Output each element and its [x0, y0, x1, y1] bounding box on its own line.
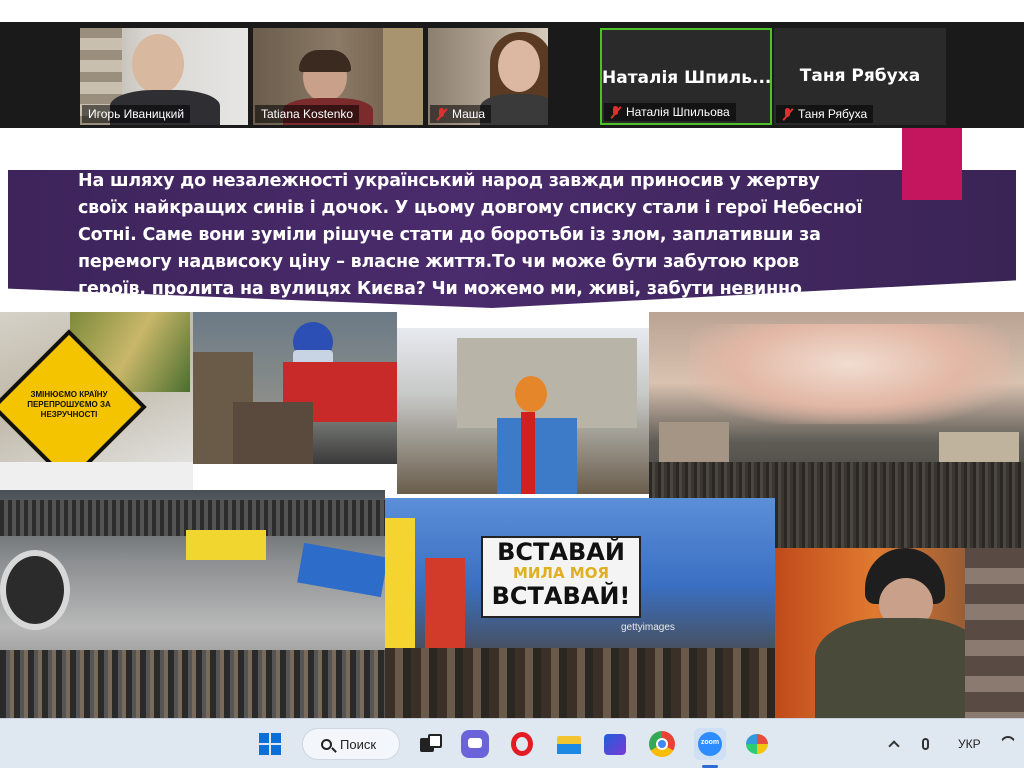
- participant-name: Таня Рябуха: [776, 105, 874, 123]
- top-margin: [0, 0, 1024, 22]
- taskbar: Поиск zoom УКР: [0, 718, 1024, 768]
- collage-photo-mourning-man: [775, 548, 1024, 718]
- collage-photo-barricade-sign: ЗМІНЮЄМО КРАЇНУ ПЕРЕПРОШУЄМО ЗА НЕЗРУЧНО…: [0, 312, 193, 490]
- participant-tile-3[interactable]: Маша: [428, 28, 548, 125]
- poster-line-3: ВСТАВАЙ!: [491, 582, 631, 610]
- app-store-icon[interactable]: [601, 730, 629, 758]
- language-indicator[interactable]: УКР: [958, 719, 981, 768]
- chevron-up-icon: [888, 740, 900, 752]
- participant-display-name: Наталія Шпиль...: [602, 68, 770, 88]
- collage-photo-rally-poster: ВСТАВАЙ МИЛА МОЯ ВСТАВАЙ! gettyimages: [385, 498, 775, 718]
- wifi-icon[interactable]: [1000, 719, 1016, 768]
- participant-name: Tatiana Kostenko: [255, 105, 360, 123]
- file-explorer-icon[interactable]: [555, 730, 583, 758]
- search-label: Поиск: [340, 736, 377, 752]
- slide-text: На шляху до незалежності український нар…: [78, 171, 863, 326]
- collage-photo-maidan-square: [0, 490, 385, 718]
- participant-name: Наталія Шпильова: [604, 103, 736, 121]
- search-icon: [321, 738, 332, 750]
- teams-chat-icon[interactable]: [461, 730, 489, 758]
- zoom-app-button[interactable]: zoom: [694, 728, 726, 760]
- collage-photo-barricade-worker: [397, 328, 649, 494]
- chrome-icon[interactable]: [648, 730, 676, 758]
- poster-line-2: МИЛА МОЯ: [513, 564, 609, 582]
- participant-name: Маша: [430, 105, 492, 123]
- muted-mic-icon: [610, 105, 622, 119]
- poster-line-1: ВСТАВАЙ: [497, 538, 625, 566]
- paint-icon[interactable]: [744, 730, 772, 758]
- show-hidden-icons-button[interactable]: [888, 719, 900, 768]
- participant-display-name: Таня Рябуха: [799, 66, 921, 86]
- opera-icon[interactable]: [508, 730, 536, 758]
- zoom-icon-label: zoom: [700, 739, 720, 746]
- muted-mic-icon: [782, 107, 794, 121]
- participant-tile-1[interactable]: Игорь Иваницкий: [80, 28, 248, 125]
- participant-tile-5[interactable]: Таня Рябуха Таня Рябуха: [774, 28, 946, 125]
- getty-watermark: gettyimages: [621, 622, 675, 633]
- participant-tile-2[interactable]: Tatiana Kostenko: [253, 28, 423, 125]
- microphone-icon[interactable]: [922, 719, 929, 768]
- participant-name: Игорь Иваницкий: [82, 105, 191, 123]
- warning-sign-text: ЗМІНЮЄМО КРАЇНУ ПЕРЕПРОШУЄМО ЗА НЕЗРУЧНО…: [27, 390, 111, 419]
- taskbar-search-button[interactable]: Поиск: [302, 728, 400, 760]
- participant-tile-4[interactable]: Наталія Шпиль... Наталія Шпильова: [600, 28, 772, 125]
- shared-slide: На шляху до незалежності український нар…: [0, 128, 1024, 718]
- participant-strip: Игорь Иваницкий Tatiana Kostenko Маша На…: [0, 22, 1024, 128]
- task-view-icon[interactable]: [416, 730, 444, 758]
- muted-mic-icon: [436, 107, 448, 121]
- windows-start-icon[interactable]: [256, 730, 284, 758]
- accent-bar: [902, 128, 962, 200]
- collage-photo-protesters: [193, 312, 397, 464]
